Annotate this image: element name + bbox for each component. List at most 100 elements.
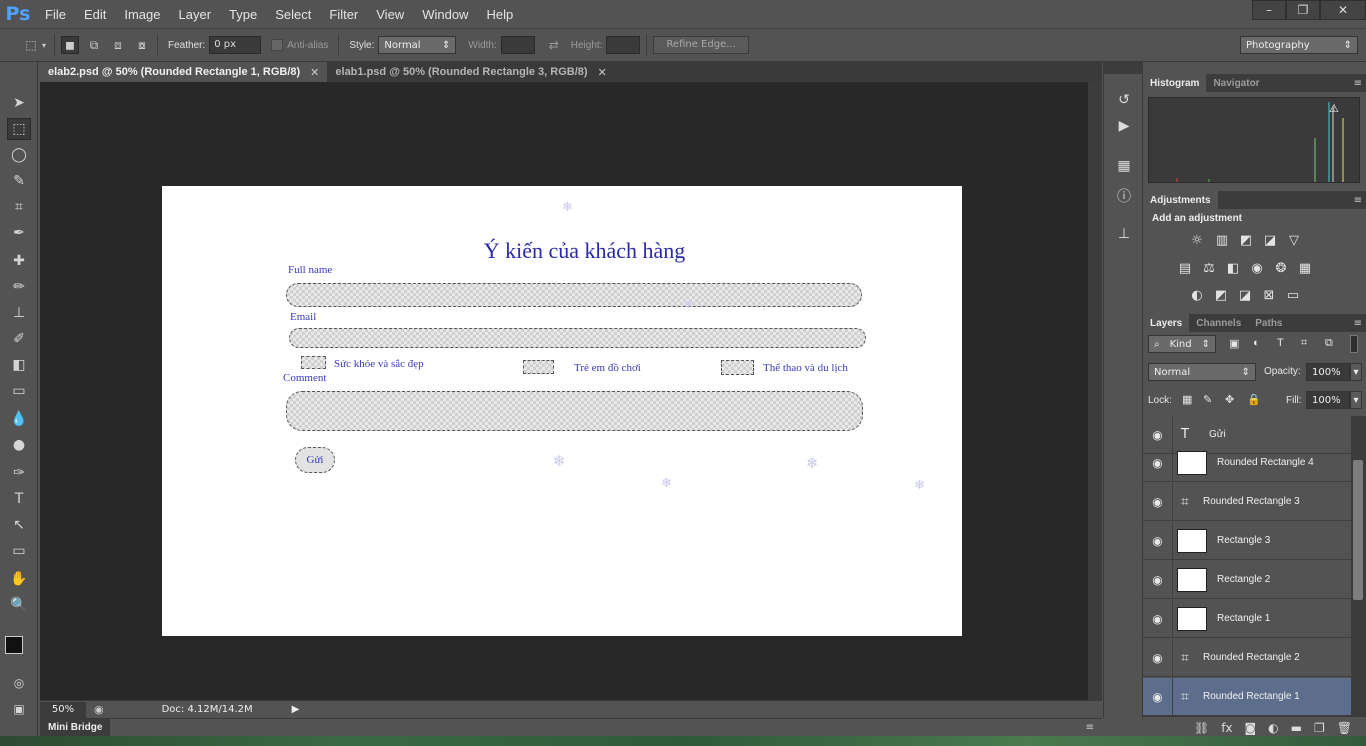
filter-smart-icon[interactable]: ⧉ [1325,337,1333,350]
status-menu-arrow-icon[interactable]: ▶ [292,704,300,715]
gradient-map-icon[interactable]: ▭ [1284,287,1302,303]
eye-icon[interactable]: ◉ [1143,443,1173,482]
checkbox-sports[interactable] [721,360,754,375]
refine-edge-button[interactable]: Refine Edge... [653,36,749,54]
tab-navigator[interactable]: Navigator [1206,74,1266,92]
chevron-down-icon[interactable]: ▾ [40,36,48,54]
tab-elab1[interactable]: elab1.psd @ 50% (Rounded Rectangle 3, RG… [327,62,615,82]
panel-menu-icon[interactable]: ≡ [1086,722,1094,733]
opacity-input[interactable]: 100% [1306,363,1350,381]
eye-icon[interactable]: ◉ [1143,560,1173,599]
close-icon[interactable]: ✕ [310,66,319,79]
layer-style-icon[interactable]: fx [1221,721,1232,735]
gradient-tool-icon[interactable]: ▭ [7,380,31,402]
pen-tool-icon[interactable]: ✑ [7,462,31,484]
comment-field[interactable] [286,391,863,431]
marquee-preset-icon[interactable]: ⬚ [22,36,40,54]
share-icon[interactable]: ◉ [94,703,104,716]
move-tool-icon[interactable]: ➤ [7,92,31,114]
add-selection-icon[interactable]: ⧉ [85,36,103,54]
actions-play-icon[interactable]: ▶ [1114,116,1134,136]
panel-menu-icon[interactable]: ≡ [1354,78,1362,89]
menu-window[interactable]: Window [413,7,477,22]
checkbox-toys[interactable] [523,360,554,374]
antialias-checkbox[interactable] [271,39,284,51]
menu-image[interactable]: Image [115,7,169,22]
foreground-color-swatch[interactable] [5,636,23,654]
layers-scroll-thumb[interactable] [1353,460,1363,600]
document-canvas[interactable]: Ý kiến của khách hàng Full name Email Sứ… [162,186,962,636]
panel-menu-icon[interactable]: ≡ [1354,318,1362,329]
intersect-selection-icon[interactable]: ⧇ [133,36,151,54]
color-balance-icon[interactable]: ⚖ [1200,260,1218,276]
chevron-down-icon[interactable]: ▾ [1350,391,1362,409]
history-brush-tool-icon[interactable]: ✐ [7,328,31,350]
menu-filter[interactable]: Filter [320,7,367,22]
posterize-icon[interactable]: ◩ [1212,287,1230,303]
lock-pixels-icon[interactable]: ✎ [1203,393,1212,406]
eye-icon[interactable]: ◉ [1143,521,1173,560]
tab-layers[interactable]: Layers [1143,314,1190,332]
blend-mode-select[interactable]: Normal ⇕ [1148,363,1256,381]
warning-icon[interactable]: ⚠ [1329,102,1339,115]
filter-pixel-icon[interactable]: ▣ [1229,337,1239,350]
tab-paths[interactable]: Paths [1248,314,1289,332]
layer-row-rectangle-1[interactable]: ◉ Rectangle 1 [1143,599,1351,638]
stamp-tool-icon[interactable]: ⊥ [7,302,31,324]
channel-mixer-icon[interactable]: ❂ [1272,260,1290,276]
new-layer-icon[interactable]: ❐ [1314,721,1325,735]
mini-bridge-tab[interactable]: Mini Bridge [40,719,111,736]
workspace-select[interactable]: Photography ⇕ [1240,36,1358,54]
shape-tool-icon[interactable]: ▭ [7,540,31,562]
layer-row-rounded-rectangle-2[interactable]: ◉ ⌗ Rounded Rectangle 2 [1143,638,1351,677]
fullname-field[interactable] [286,283,862,307]
menu-edit[interactable]: Edit [75,7,115,22]
vertical-scrollbar[interactable] [1088,82,1102,700]
link-layers-icon[interactable]: ⛓ [1194,721,1209,735]
menu-view[interactable]: View [367,7,413,22]
blur-tool-icon[interactable]: 💧 [7,408,31,430]
vibrance-icon[interactable]: ▽ [1285,232,1303,248]
menu-file[interactable]: File [36,7,75,22]
marquee-tool-icon[interactable]: ⬚ [7,118,31,140]
lasso-tool-icon[interactable]: ◯ [7,144,31,166]
new-group-icon[interactable]: ▬ [1291,721,1302,735]
height-input[interactable] [606,36,641,54]
layer-row-rectangle-3[interactable]: ◉ Rectangle 3 [1143,521,1351,560]
eyedropper-tool-icon[interactable]: ✒ [7,222,31,244]
tab-channels[interactable]: Channels [1189,314,1248,332]
eye-icon[interactable]: ◉ [1143,638,1173,677]
subtract-selection-icon[interactable]: ⧈ [109,36,127,54]
checkbox-health[interactable] [301,356,326,369]
layer-row-rounded-rectangle-1[interactable]: ◉ ⌗ Rounded Rectangle 1 [1143,677,1351,716]
menu-select[interactable]: Select [266,7,320,22]
eraser-tool-icon[interactable]: ◧ [7,354,31,376]
photo-filter-icon[interactable]: ◉ [1248,260,1266,276]
lock-transparency-icon[interactable]: ▦ [1182,393,1192,406]
kind-filter-select[interactable]: ⌕ Kind ⇕ [1148,335,1216,353]
exposure-icon[interactable]: ◪ [1261,232,1279,248]
screen-mode-icon[interactable]: ▣ [7,698,31,720]
layer-row-rectangle-2[interactable]: ◉ Rectangle 2 [1143,560,1351,599]
history-icon[interactable]: ↺ [1114,90,1134,110]
hand-tool-icon[interactable]: ✋ [7,568,31,590]
brush-tool-icon[interactable]: ✏ [7,276,31,298]
feather-input[interactable]: 0 px [209,36,262,54]
new-selection-icon[interactable]: ◼ [61,36,79,54]
tab-adjustments[interactable]: Adjustments [1143,191,1218,209]
selective-color-icon[interactable]: ⊠ [1260,287,1278,303]
swap-icon[interactable]: ⇄ [545,36,563,54]
properties-icon[interactable]: ▦ [1114,156,1134,176]
restore-button[interactable]: ❐ [1286,0,1320,20]
filter-toggle[interactable] [1350,335,1358,353]
threshold-icon[interactable]: ◪ [1236,287,1254,303]
width-input[interactable] [500,36,535,54]
tab-elab2[interactable]: elab2.psd @ 50% (Rounded Rectangle 1, RG… [40,62,328,82]
quick-selection-tool-icon[interactable]: ✎ [7,170,31,192]
zoom-tool-icon[interactable]: 🔍 [7,594,31,616]
eye-icon[interactable]: ◉ [1143,677,1173,716]
canvas-pasteboard[interactable]: Ý kiến của khách hàng Full name Email Sứ… [40,82,1088,700]
layer-row-rounded-rectangle-4[interactable]: ◉ Rounded Rectangle 4 [1143,443,1351,482]
eye-icon[interactable]: ◉ [1143,599,1173,638]
zoom-level[interactable]: 50% [40,701,86,718]
